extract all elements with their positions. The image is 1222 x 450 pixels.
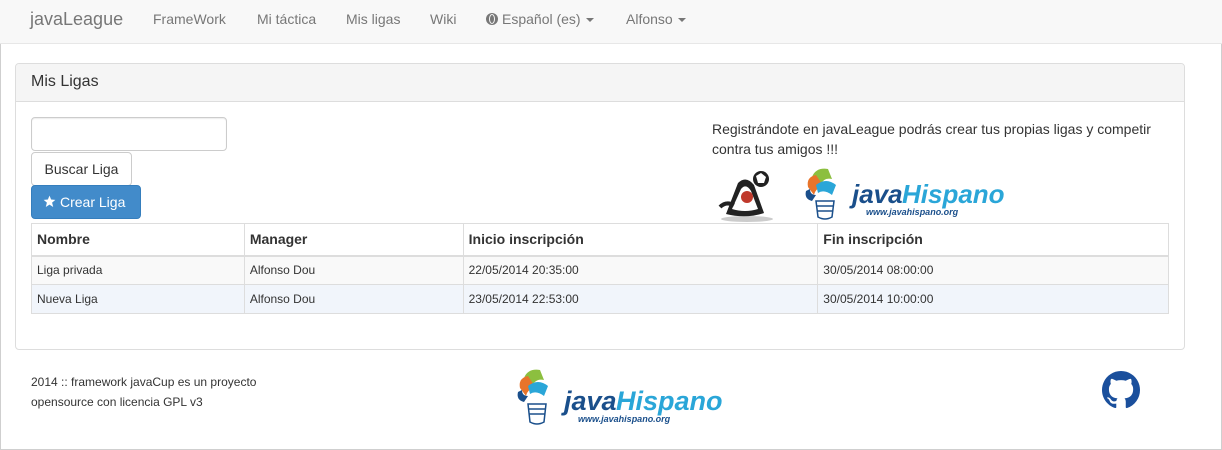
- logo-hispano: Hispano: [616, 386, 723, 416]
- language-label: Español (es): [502, 11, 581, 27]
- col-header-nombre[interactable]: Nombre: [31, 223, 245, 257]
- star-icon: [43, 195, 56, 208]
- col-header-inicio[interactable]: Inicio inscripción: [462, 223, 819, 257]
- table-row[interactable]: Nueva Liga Alfonso Dou 23/05/2014 22:53:…: [31, 284, 1169, 314]
- duke-mascot-icon: [718, 171, 773, 222]
- cell-fin: 30/05/2014 10:00:00: [817, 284, 1169, 314]
- search-input[interactable]: [31, 117, 227, 151]
- search-button[interactable]: Buscar Liga: [31, 152, 132, 186]
- logo-java: java: [561, 386, 617, 416]
- nav-framework[interactable]: FrameWork: [153, 11, 226, 27]
- nav-mis-ligas[interactable]: Mis ligas: [346, 11, 400, 27]
- nav-wiki[interactable]: Wiki: [430, 11, 456, 27]
- logo-hispano: Hispano: [902, 179, 1005, 209]
- col-header-fin[interactable]: Fin inscripción: [817, 223, 1169, 257]
- footer-line-2: opensource con licencia GPL v3: [31, 395, 203, 409]
- footer-line-1: 2014 :: framework javaCup es un proyecto: [31, 375, 257, 389]
- table-row[interactable]: Liga privada Alfonso Dou 22/05/2014 20:3…: [31, 255, 1169, 285]
- globe-icon: [486, 13, 498, 25]
- caret-down-icon: [677, 18, 686, 23]
- cell-manager: Alfonso Dou: [243, 284, 464, 314]
- cell-nombre[interactable]: Liga privada: [31, 255, 245, 285]
- github-icon[interactable]: [1102, 371, 1140, 409]
- cell-inicio: 22/05/2014 20:35:00: [462, 255, 819, 285]
- promo-text: Registrándote en javaLeague podrás crear…: [712, 121, 1151, 157]
- leagues-table: Nombre Manager Inicio inscripción Fin in…: [31, 223, 1169, 314]
- javahispano-footer-logo[interactable]: java Hispano www.javahispano.org: [514, 366, 774, 428]
- caret-down-icon: [585, 18, 594, 23]
- logo-url: www.javahispano.org: [578, 414, 671, 424]
- logo-url: www.javahispano.org: [866, 207, 959, 217]
- logo-java: java: [849, 179, 903, 209]
- cell-nombre[interactable]: Nueva Liga: [31, 284, 245, 314]
- language-dropdown[interactable]: Español (es): [486, 11, 594, 27]
- col-header-manager[interactable]: Manager: [243, 223, 464, 257]
- footer-text: 2014 :: framework javaCup es un proyecto…: [31, 372, 291, 412]
- navbar: javaLeague FrameWork Mi táctica Mis liga…: [0, 0, 1222, 44]
- create-league-button[interactable]: Crear Liga: [31, 185, 141, 219]
- panel-title: Mis Ligas: [16, 64, 1184, 102]
- cell-fin: 30/05/2014 08:00:00: [817, 255, 1169, 285]
- table-header-row: Nombre Manager Inicio inscripción Fin in…: [31, 223, 1169, 257]
- user-dropdown[interactable]: Alfonso: [626, 11, 686, 27]
- cell-manager: Alfonso Dou: [243, 255, 464, 285]
- mis-ligas-panel: Mis Ligas Buscar Liga Crear Liga Registr…: [15, 63, 1185, 350]
- cell-inicio: 23/05/2014 22:53:00: [462, 284, 819, 314]
- javahispano-logo: java Hispano www.javahispano.org: [805, 168, 1005, 220]
- user-label: Alfonso: [626, 11, 673, 27]
- create-league-label: Crear Liga: [60, 194, 126, 210]
- nav-mi-tactica[interactable]: Mi táctica: [257, 11, 316, 27]
- brand-link[interactable]: javaLeague: [30, 9, 123, 30]
